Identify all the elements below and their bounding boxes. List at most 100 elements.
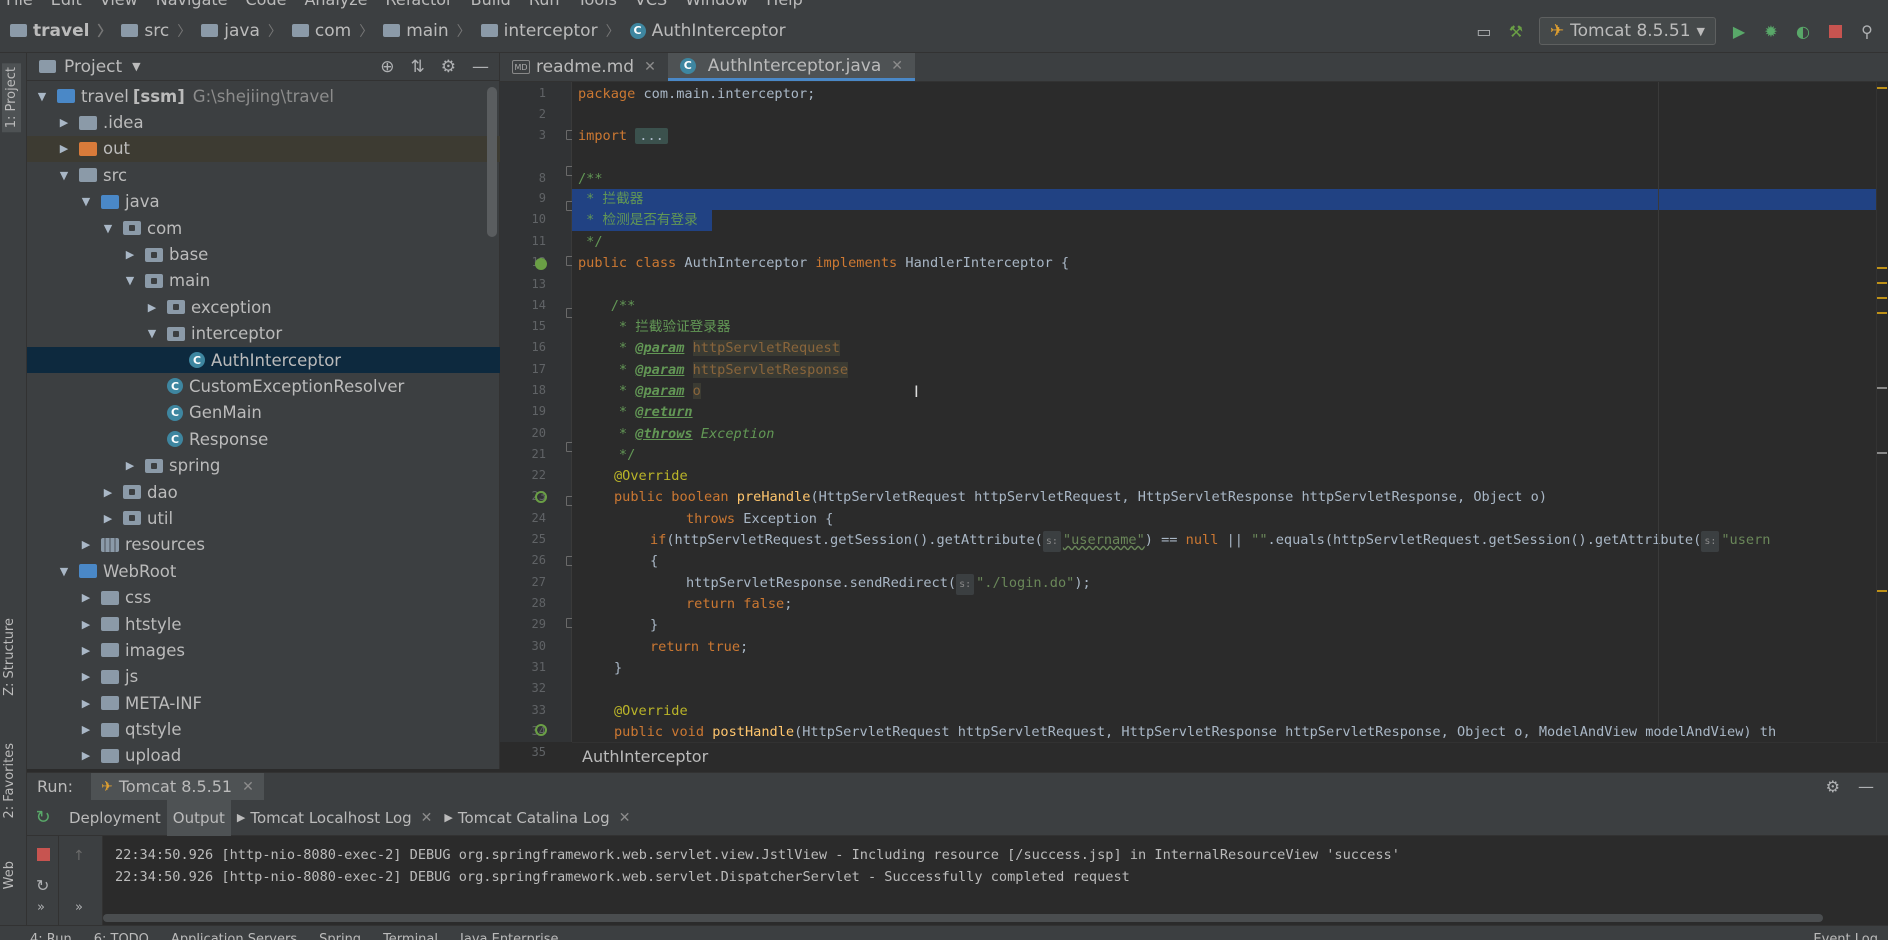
- structure-tool-tab[interactable]: Z: Structure: [2, 618, 17, 696]
- project-view-title[interactable]: Project: [64, 57, 122, 77]
- menu-edit[interactable]: Edit: [51, 0, 82, 9]
- console-horizontal-scrollbar[interactable]: [103, 914, 1823, 922]
- menu-help[interactable]: Help: [766, 0, 802, 9]
- search-icon[interactable]: ⚲: [1858, 22, 1876, 41]
- close-icon[interactable]: ✕: [242, 779, 254, 795]
- rerun-icon[interactable]: ↻: [27, 807, 59, 828]
- tree-item-com[interactable]: ▼ com: [27, 215, 500, 241]
- menu-code[interactable]: Code: [246, 0, 287, 9]
- breadcrumb-java[interactable]: java 〉: [201, 21, 282, 41]
- chevron-right-icon[interactable]: ▶: [79, 723, 93, 736]
- menu-run[interactable]: Run: [529, 0, 560, 9]
- more-icon[interactable]: »: [75, 900, 83, 915]
- chevron-down-icon[interactable]: ▼: [57, 565, 71, 578]
- bottom-tab-java-enterprise[interactable]: Java Enterprise: [460, 926, 558, 940]
- menu-tools[interactable]: Tools: [578, 0, 617, 9]
- project-tool-tab[interactable]: 1: Project: [2, 63, 21, 133]
- chevron-down-icon[interactable]: ▼: [132, 60, 140, 73]
- tree-item-java[interactable]: ▼ java: [27, 189, 500, 215]
- chevron-right-icon[interactable]: ▶: [79, 749, 93, 762]
- bottom-tab-todo[interactable]: 6: TODO: [94, 926, 149, 940]
- stop-icon[interactable]: [37, 848, 50, 861]
- implements-method-icon[interactable]: [535, 491, 547, 503]
- chevron-down-icon[interactable]: ▼: [101, 222, 115, 235]
- menu-analyze[interactable]: Analyze: [304, 0, 367, 9]
- tab-readme[interactable]: MD readme.md ✕: [500, 53, 668, 81]
- menu-window[interactable]: Window: [685, 0, 748, 9]
- gear-icon[interactable]: ⚙: [441, 57, 456, 77]
- tree-item-main[interactable]: ▼ main: [27, 268, 500, 294]
- chevron-down-icon[interactable]: ▼: [35, 90, 49, 103]
- chevron-down-icon[interactable]: ▼: [145, 327, 159, 340]
- editor-gutter[interactable]: 1238910111213141516171819202122232425262…: [500, 82, 576, 759]
- chevron-right-icon[interactable]: ▶: [79, 591, 93, 604]
- tree-item-authinterceptor[interactable]: C AuthInterceptor: [27, 346, 500, 374]
- tree-item-images[interactable]: ▶ images: [27, 637, 500, 663]
- breadcrumb-authinterceptor[interactable]: C AuthInterceptor: [629, 21, 786, 41]
- layout-icon[interactable]: ▭: [1475, 22, 1493, 41]
- chevron-right-icon[interactable]: ▶: [101, 512, 115, 525]
- close-icon[interactable]: ✕: [421, 810, 433, 826]
- tab-authinterceptor[interactable]: C AuthInterceptor.java ✕: [667, 53, 916, 81]
- chevron-right-icon[interactable]: ▶: [123, 459, 137, 472]
- run-config-tab[interactable]: ✈ Tomcat 8.5.51 ✕: [91, 772, 264, 801]
- tree-item-resources[interactable]: ▶ resources: [27, 532, 500, 558]
- close-icon[interactable]: ✕: [644, 59, 656, 75]
- tab-output[interactable]: Output: [166, 799, 231, 836]
- tab-catalina-log[interactable]: ▶ Tomcat Catalina Log ✕: [438, 800, 636, 836]
- console-output[interactable]: 22:34:50.926 [http-nio-8080-exec-2] DEBU…: [103, 836, 1888, 925]
- menu-vcs[interactable]: VCS: [635, 0, 667, 9]
- chevron-right-icon[interactable]: ▶: [79, 618, 93, 631]
- menu-file[interactable]: File: [6, 0, 33, 9]
- chevron-down-icon[interactable]: ▼: [57, 169, 71, 182]
- implements-method-icon[interactable]: [535, 724, 547, 736]
- menu-view[interactable]: View: [100, 0, 138, 9]
- tree-item-spring[interactable]: ▶ spring: [27, 452, 500, 478]
- close-icon[interactable]: ✕: [891, 58, 903, 74]
- tab-localhost-log[interactable]: ▶ Tomcat Localhost Log ✕: [231, 800, 439, 836]
- scroll-up-icon[interactable]: ↑: [73, 848, 85, 864]
- tree-item-response[interactable]: C Response: [27, 426, 500, 452]
- tree-item-dao[interactable]: ▶ dao: [27, 479, 500, 505]
- chevron-right-icon[interactable]: ▶: [101, 486, 115, 499]
- chevron-right-icon[interactable]: ▶: [79, 538, 93, 551]
- tree-item-util[interactable]: ▶ util: [27, 505, 500, 531]
- tree-item-meta-inf[interactable]: ▶ META-INF: [27, 690, 500, 716]
- more-icon[interactable]: »: [37, 900, 45, 915]
- breadcrumb-main[interactable]: main 〉: [383, 21, 471, 41]
- tree-item-travel[interactable]: ▼ travel [ssm] G:\shejiing\travel: [27, 83, 500, 109]
- tree-item-webroot[interactable]: ▼ WebRoot: [27, 558, 500, 584]
- menu-refactor[interactable]: Refactor: [386, 0, 453, 9]
- breadcrumb-com[interactable]: com 〉: [291, 21, 373, 41]
- tree-item-interceptor[interactable]: ▼ interceptor: [27, 321, 500, 347]
- gear-icon[interactable]: ⚙: [1826, 777, 1840, 796]
- minimize-icon[interactable]: —: [1858, 777, 1874, 796]
- debug-icon[interactable]: ✹: [1762, 22, 1780, 41]
- tab-deployment[interactable]: Deployment: [59, 800, 167, 836]
- spring-bean-icon[interactable]: [535, 258, 547, 270]
- coverage-icon[interactable]: ◐: [1794, 22, 1812, 41]
- editor-breadcrumb[interactable]: AuthInterceptor: [572, 742, 1888, 769]
- run-icon[interactable]: ▶: [1730, 22, 1748, 41]
- web-tool-tab[interactable]: Web: [2, 861, 17, 889]
- tree-item-exception[interactable]: ▶ exception: [27, 294, 500, 320]
- restart-icon[interactable]: ↻: [36, 876, 49, 895]
- bottom-tab-app-servers[interactable]: Application Servers: [171, 926, 297, 940]
- chevron-right-icon[interactable]: ▶: [79, 670, 93, 683]
- bottom-tab-run[interactable]: 4: Run: [30, 926, 72, 940]
- tree-item-out[interactable]: ▶ out: [27, 135, 500, 163]
- menu-build[interactable]: Build: [471, 0, 511, 9]
- minimize-icon[interactable]: —: [472, 57, 489, 77]
- chevron-right-icon[interactable]: ▶: [145, 301, 159, 314]
- tree-item-upload[interactable]: ▶ upload: [27, 743, 500, 769]
- bottom-tab-spring[interactable]: Spring: [319, 926, 361, 940]
- chevron-right-icon[interactable]: ▶: [57, 142, 71, 155]
- locate-icon[interactable]: ⊕: [380, 57, 394, 77]
- tree-item-genmain[interactable]: C GenMain: [27, 400, 500, 426]
- close-icon[interactable]: ✕: [619, 810, 631, 826]
- breadcrumb-travel[interactable]: travel 〉: [10, 21, 111, 41]
- tree-item-base[interactable]: ▶ base: [27, 241, 500, 267]
- tree-scrollbar[interactable]: [487, 87, 497, 237]
- bottom-tab-terminal[interactable]: Terminal: [383, 926, 438, 940]
- tree-item-css[interactable]: ▶ css: [27, 584, 500, 610]
